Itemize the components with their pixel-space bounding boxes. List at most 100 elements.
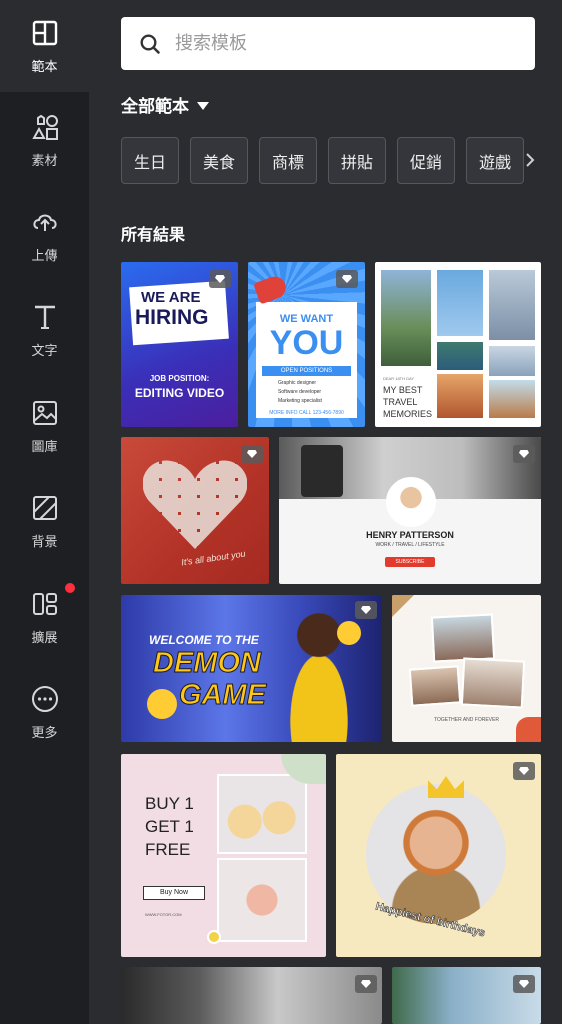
cupcake-line2: GET 1 (145, 817, 194, 836)
travel-photo (381, 270, 431, 366)
sidebar-item-label: 圖庫 (31, 439, 58, 455)
sidebar-item-label: 文字 (31, 343, 58, 359)
template-card-youtube-banner[interactable]: HENRY PATTERSON WORK / TRAVEL / LIFESTYL… (279, 437, 541, 584)
chip-game[interactable]: 遊戲 (466, 137, 524, 184)
chip-food[interactable]: 美食 (190, 137, 248, 184)
cupcake-line1: BUY 1 (145, 794, 194, 813)
hiring-sub2: EDITING VIDEO (134, 386, 225, 400)
sidebar: 範本 素材 上傳 文字 圖庫 背景 擴展 更多 (0, 0, 89, 1024)
premium-icon (241, 445, 263, 463)
template-card-heart-collage[interactable]: It's all about you (121, 437, 269, 584)
travel-line1: MY BEST (383, 385, 423, 395)
want-item-3: Marketing specialist (278, 398, 322, 404)
premium-icon (355, 975, 377, 993)
demon-line1: WELCOME TO THE (149, 633, 259, 647)
megaphone-icon (253, 273, 289, 305)
travel-small: DEAR 18TH DAY (383, 376, 415, 381)
subscribe-badge: SUBSCRIBE (385, 557, 435, 567)
search-input[interactable] (175, 33, 515, 54)
premium-icon (336, 270, 358, 288)
extensions-icon (32, 592, 57, 615)
worried-emoji-icon (337, 621, 361, 645)
chevron-right-icon[interactable] (523, 150, 537, 170)
travel-photo (489, 270, 535, 340)
corner-decor (392, 595, 414, 617)
travel-photo (437, 342, 483, 370)
template-card-office[interactable] (121, 967, 382, 1024)
sidebar-item-elements[interactable]: 素材 (0, 94, 89, 186)
cupcake-site: WWW.FOTOR.COM (145, 912, 182, 917)
template-card-cupcake-promo[interactable]: BUY 1 GET 1 FREE Buy Now WWW.FOTOR.COM (121, 754, 326, 957)
sidebar-item-background[interactable]: 背景 (0, 475, 89, 567)
sidebar-item-extensions[interactable]: 擴展 (0, 571, 89, 663)
travel-photo (489, 346, 535, 376)
travel-line2: TRAVEL (383, 397, 418, 407)
travel-photo (489, 380, 535, 418)
travel-photo (437, 270, 483, 336)
heart-photo-grid (143, 457, 247, 549)
henry-sub: WORK / TRAVEL / LIFESTYLE (375, 542, 445, 548)
chip-logo[interactable]: 商標 (259, 137, 317, 184)
elements-icon (31, 114, 58, 140)
want-item-2: Software developer (278, 389, 322, 395)
want-bar: OPEN POSITIONS (262, 366, 351, 376)
sidebar-item-label: 背景 (31, 534, 58, 550)
template-card-birthday[interactable]: Happiest of birthdays (336, 754, 541, 957)
template-card-family-collage[interactable]: TOGETHER AND FOREVER (392, 595, 541, 742)
family-photo (408, 665, 462, 707)
chip-collage[interactable]: 拼貼 (328, 137, 386, 184)
want-item-1: Graphic designer (278, 380, 317, 386)
premium-icon (513, 762, 535, 780)
premium-icon (513, 445, 535, 463)
sidebar-item-templates[interactable]: 範本 (0, 0, 89, 92)
scared-emoji-icon (147, 689, 177, 719)
want-footer: MORE INFO CALL 123-456-7890 (269, 410, 344, 416)
template-card-landscape[interactable] (392, 967, 541, 1024)
premium-icon (209, 270, 231, 288)
travel-photo (437, 374, 483, 418)
dot-decor (207, 930, 221, 944)
family-photo (430, 613, 496, 663)
template-card-hiring[interactable]: WE ARE HIRING JOB POSITION: EDITING VIDE… (121, 262, 238, 427)
card-terminal (301, 445, 343, 497)
sidebar-item-more[interactable]: 更多 (0, 666, 89, 758)
sidebar-item-label: 更多 (31, 725, 58, 741)
sidebar-item-upload[interactable]: 上傳 (0, 189, 89, 281)
sidebar-item-label: 素材 (31, 153, 58, 169)
template-icon (32, 20, 57, 45)
more-icon (31, 685, 58, 712)
henry-name: HENRY PATTERSON (366, 530, 454, 540)
notification-dot (65, 583, 75, 593)
template-filter-dropdown[interactable]: 全部範本 (121, 92, 209, 117)
cupcake-line3: FREE (145, 840, 191, 859)
chip-promotion[interactable]: 促銷 (397, 137, 455, 184)
premium-icon (355, 601, 377, 619)
section-title: 所有結果 (121, 225, 186, 244)
hiring-line1: WE ARE (141, 289, 201, 306)
sidebar-item-label: 上傳 (31, 248, 58, 264)
family-photo (460, 657, 526, 709)
search-bar (121, 17, 535, 70)
template-card-we-want-you[interactable]: WE WANT YOU OPEN POSITIONS Graphic desig… (248, 262, 365, 427)
crown-icon (428, 776, 464, 798)
cupcake-photo (217, 858, 307, 942)
template-card-demon-game[interactable]: WELCOME TO THE DEMON GAME (121, 595, 382, 742)
chip-birthday[interactable]: 生日 (121, 137, 179, 184)
template-card-travel[interactable]: DEAR 18TH DAY MY BEST TRAVEL MEMORIES (375, 262, 541, 427)
caret-down-icon (197, 101, 209, 110)
search-icon (140, 33, 160, 54)
collage-caption: It's all about you (180, 548, 247, 568)
hiring-line2: HIRING (135, 306, 209, 329)
background-icon (32, 495, 57, 520)
cupcake-photo (217, 774, 307, 854)
premium-icon (513, 975, 535, 993)
corner-decor (516, 717, 541, 742)
sidebar-item-text[interactable]: 文字 (0, 284, 89, 376)
gallery-icon (32, 400, 57, 425)
filter-label: 全部範本 (121, 97, 189, 117)
sidebar-item-gallery[interactable]: 圖庫 (0, 380, 89, 472)
avatar (386, 477, 436, 527)
upload-icon (32, 214, 57, 231)
category-chips: 生日 美食 商標 拼貼 促銷 遊戲 (121, 137, 562, 184)
text-icon (34, 305, 55, 329)
